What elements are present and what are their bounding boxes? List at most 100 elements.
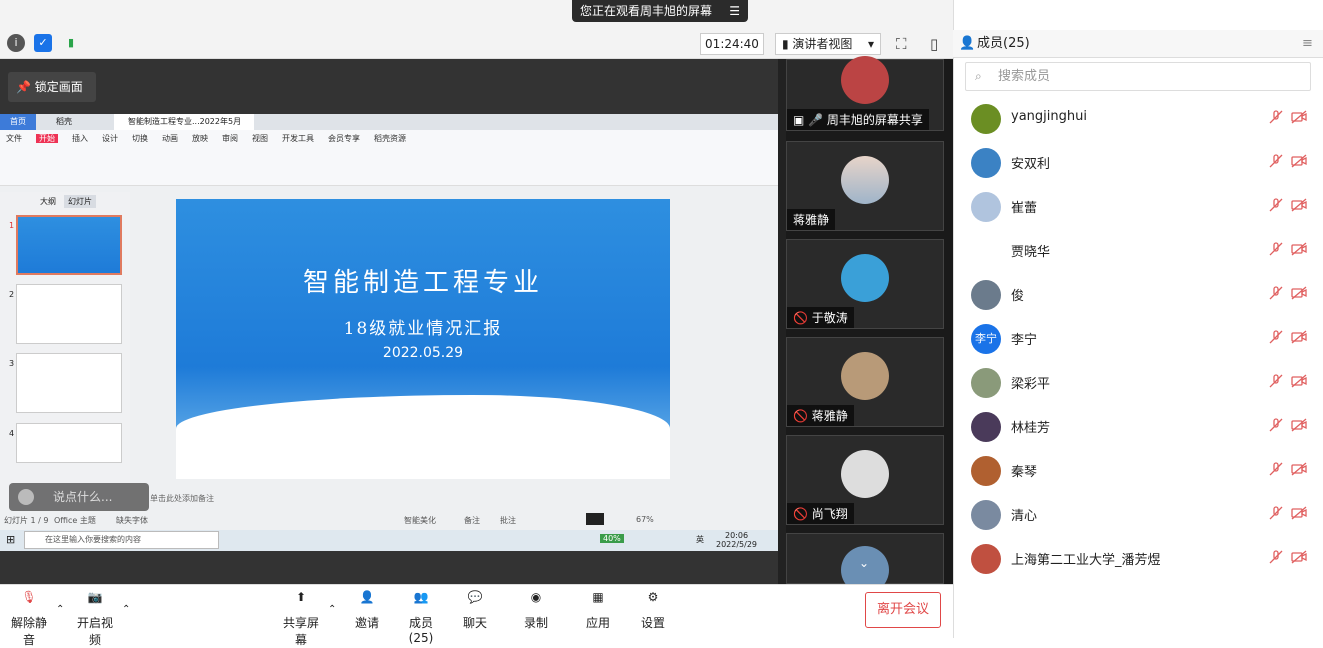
video-off-icon[interactable] xyxy=(1290,549,1308,565)
emoji-icon[interactable] xyxy=(18,489,34,505)
strip-divider[interactable] xyxy=(778,59,786,584)
member-row[interactable]: 林桂芳 xyxy=(953,404,1323,448)
notes-placeholder[interactable]: 单击此处添加备注 xyxy=(150,493,214,504)
mic-muted-icon[interactable] xyxy=(1268,373,1284,389)
annotation-button[interactable]: 批注 xyxy=(500,515,516,526)
member-row[interactable]: 崔蕾 xyxy=(953,184,1323,228)
video-off-icon[interactable] xyxy=(1290,505,1308,521)
mic-muted-icon[interactable] xyxy=(1268,285,1284,301)
video-off-icon[interactable] xyxy=(1290,329,1308,345)
video-off-icon[interactable] xyxy=(1290,285,1308,301)
ppt-menu-item[interactable]: 会员专享 xyxy=(328,134,360,143)
mic-muted-icon[interactable] xyxy=(1268,197,1284,213)
video-off-icon[interactable] xyxy=(1290,109,1308,125)
ppt-menu-item[interactable]: 开始 xyxy=(36,134,58,143)
member-row[interactable]: 安双利 xyxy=(953,140,1323,184)
video-off-icon[interactable] xyxy=(1290,417,1308,433)
input-language[interactable]: 英 xyxy=(696,534,704,545)
slide-thumb-4[interactable] xyxy=(16,423,122,463)
mic-muted-icon[interactable] xyxy=(1268,417,1284,433)
video-tile[interactable]: ▣ 🎤 周丰旭的屏幕共享 xyxy=(786,56,944,131)
mic-muted-icon[interactable] xyxy=(1268,153,1284,169)
taskbar-search[interactable]: 在这里输入你要搜索的内容 xyxy=(24,531,219,549)
video-tile[interactable]: 🚫 于敬涛 xyxy=(786,239,944,329)
members-button[interactable]: 👥 成员(25) xyxy=(398,590,444,645)
ppt-menu-item[interactable]: 稻壳资源 xyxy=(374,134,406,143)
share-screen-button[interactable]: ⬆ 共享屏幕 xyxy=(278,590,324,648)
member-row[interactable]: 李宁 李宁 xyxy=(953,316,1323,360)
chevron-up-icon[interactable]: ⌃ xyxy=(56,604,64,615)
video-tile[interactable]: 蒋雅静 xyxy=(786,141,944,231)
sidebar-toggle-icon[interactable]: ▯ xyxy=(930,35,938,53)
windows-start-icon[interactable]: ⊞ xyxy=(6,533,15,546)
mic-muted-icon[interactable] xyxy=(1268,241,1284,257)
lock-screen-button[interactable]: 📌 锁定画面 xyxy=(8,72,96,102)
member-row[interactable]: 贾晓华 xyxy=(953,228,1323,272)
chevron-down-icon[interactable]: ⌄ xyxy=(859,556,869,570)
menu-icon[interactable]: ☰ xyxy=(729,0,740,22)
ppt-menu-item[interactable]: 文件 xyxy=(6,134,22,143)
smart-beautify[interactable]: 智能美化 xyxy=(404,515,436,526)
video-off-icon[interactable] xyxy=(1290,373,1308,389)
member-row[interactable]: 上海第二工业大学_潘芳煜 xyxy=(953,536,1323,580)
start-video-button[interactable]: 📷 开启视频 xyxy=(72,590,118,648)
ppt-menu-item[interactable]: 插入 xyxy=(72,134,88,143)
share-screen-icon: ⬆ xyxy=(295,590,307,604)
ppt-menu-item[interactable]: 动画 xyxy=(162,134,178,143)
video-off-icon[interactable] xyxy=(1290,241,1308,257)
chat-button[interactable]: 💬 聊天 xyxy=(462,590,488,631)
fullscreen-icon[interactable]: ⛶ xyxy=(896,35,907,53)
avatar xyxy=(971,148,1001,178)
mic-muted-icon[interactable] xyxy=(1268,549,1284,565)
mic-muted-icon[interactable] xyxy=(1268,109,1284,125)
apps-button[interactable]: ▦ 应用 xyxy=(585,590,611,631)
slide-thumb-2[interactable] xyxy=(16,284,122,344)
missing-font-label[interactable]: 缺失字体 xyxy=(116,515,148,526)
member-row[interactable]: yangjinghui xyxy=(953,96,1323,140)
video-off-icon[interactable] xyxy=(1290,461,1308,477)
ppt-menu-item[interactable]: 放映 xyxy=(192,134,208,143)
ppt-tab-home[interactable]: 首页 xyxy=(0,114,36,130)
search-input[interactable]: 搜索成员 xyxy=(965,62,1311,91)
ppt-menu-item[interactable]: 审阅 xyxy=(222,134,238,143)
outline-tab[interactable]: 大纲 xyxy=(40,196,56,207)
view-mode-dropdown[interactable]: ▮ 演讲者视图 ▾ xyxy=(775,33,881,55)
mic-muted-icon[interactable] xyxy=(1268,329,1284,345)
remark-button[interactable]: 备注 xyxy=(464,515,480,526)
member-row[interactable]: 俊 xyxy=(953,272,1323,316)
ppt-tab-docer[interactable]: 稻壳 xyxy=(44,114,108,130)
video-tile[interactable]: ⌄ xyxy=(786,533,944,594)
slide-counter: 幻灯片 1 / 9 xyxy=(4,516,49,525)
chevron-up-icon[interactable]: ⌃ xyxy=(122,604,130,615)
ppt-menu-item[interactable]: 设计 xyxy=(102,134,118,143)
panel-menu-icon[interactable]: ≡ xyxy=(1302,36,1313,51)
record-button[interactable]: ◉ 录制 xyxy=(523,590,549,631)
leave-meeting-button[interactable]: 离开会议 xyxy=(865,592,941,628)
slide-thumb-3[interactable] xyxy=(16,353,122,413)
play-icon[interactable] xyxy=(586,513,604,525)
info-icon[interactable]: i xyxy=(7,34,25,52)
member-row[interactable]: 秦琴 xyxy=(953,448,1323,492)
video-off-icon[interactable] xyxy=(1290,197,1308,213)
ppt-menu-item[interactable]: 视图 xyxy=(252,134,268,143)
member-row[interactable]: 清心 xyxy=(953,492,1323,536)
ppt-menu-item[interactable]: 切换 xyxy=(132,134,148,143)
shield-icon[interactable]: ✓ xyxy=(34,34,52,52)
avatar xyxy=(971,104,1001,134)
member-row[interactable]: 梁彩平 xyxy=(953,360,1323,404)
slide-thumb-1[interactable] xyxy=(16,215,122,275)
mic-muted-icon[interactable] xyxy=(1268,505,1284,521)
ppt-tab-document[interactable]: 智能制造工程专业...2022年5月 xyxy=(114,114,254,130)
ppt-menu-item[interactable]: 开发工具 xyxy=(282,134,314,143)
signal-icon[interactable]: ▮ xyxy=(62,34,80,52)
video-tile[interactable]: 🚫 蒋雅静 xyxy=(786,337,944,427)
settings-button[interactable]: ⚙ 设置 xyxy=(640,590,666,631)
mic-muted-icon[interactable] xyxy=(1268,461,1284,477)
slides-tab[interactable]: 幻灯片 xyxy=(64,195,96,208)
video-off-icon[interactable] xyxy=(1290,153,1308,169)
video-tile[interactable]: 🚫 尚飞翔 xyxy=(786,435,944,525)
chevron-up-icon[interactable]: ⌃ xyxy=(328,604,336,615)
video-off-icon: 📷 xyxy=(87,590,103,604)
invite-button[interactable]: 👤 邀请 xyxy=(352,590,382,631)
unmute-button[interactable]: 🎙 解除静音 xyxy=(6,590,52,648)
